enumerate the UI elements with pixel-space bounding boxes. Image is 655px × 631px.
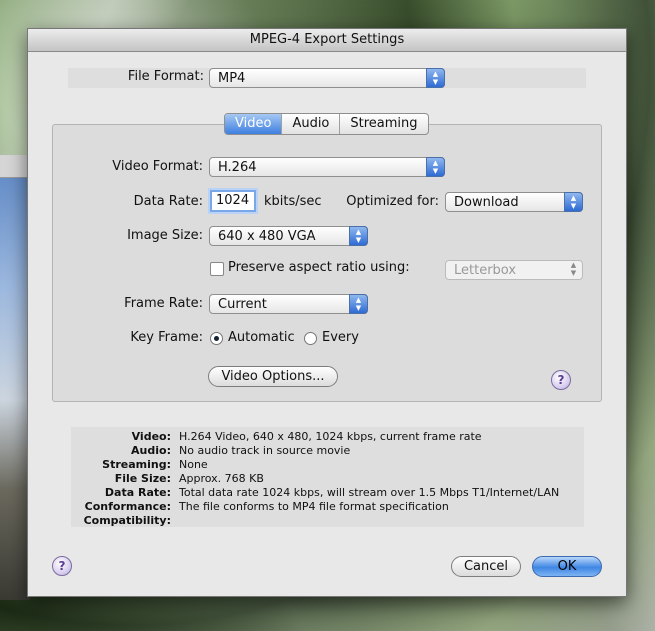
summary-value: Total data rate 1024 kbps, will stream o… bbox=[179, 486, 560, 499]
tab-audio[interactable]: Audio bbox=[282, 114, 341, 134]
file-format-popup[interactable]: MP4 ▲ ▼ bbox=[209, 68, 445, 88]
up-down-arrows-icon: ▲ ▼ bbox=[426, 68, 445, 88]
data-rate-unit: kbits/sec bbox=[264, 194, 322, 209]
preserve-aspect-label: Preserve aspect ratio using: bbox=[228, 260, 410, 275]
video-format-label: Video Format: bbox=[112, 159, 203, 174]
up-down-arrows-icon: ▲ ▼ bbox=[349, 294, 368, 314]
video-settings-panel: Video Format: H.264 ▲ ▼ Data Rate: 1024 k… bbox=[52, 124, 602, 402]
frame-rate-popup[interactable]: Current ▲ ▼ bbox=[209, 294, 368, 314]
up-down-arrows-icon: ▲ ▼ bbox=[426, 157, 445, 177]
summary-key: Video: bbox=[131, 430, 171, 443]
summary-key: Data Rate: bbox=[104, 486, 171, 499]
tab-streaming[interactable]: Streaming bbox=[340, 114, 427, 134]
up-down-arrows-icon: ▲ ▼ bbox=[349, 226, 368, 246]
question-mark-icon[interactable]: ? bbox=[551, 370, 571, 390]
optimized-for-label: Optimized for: bbox=[346, 194, 439, 209]
settings-summary: Video: H.264 Video, 640 x 480, 1024 kbps… bbox=[71, 427, 584, 527]
summary-key: Streaming: bbox=[102, 458, 171, 471]
up-down-arrows-icon: ▲ ▼ bbox=[564, 192, 583, 212]
video-format-popup[interactable]: H.264 ▲ ▼ bbox=[209, 157, 445, 177]
summary-key: Conformance: bbox=[84, 500, 171, 513]
question-mark-icon[interactable]: ? bbox=[52, 556, 72, 576]
video-options-button[interactable]: Video Options... bbox=[208, 366, 338, 387]
key-frame-automatic-radio[interactable] bbox=[210, 332, 223, 345]
image-size-label: Image Size: bbox=[127, 228, 203, 243]
window-title: MPEG-4 Export Settings bbox=[28, 29, 626, 52]
key-frame-every-label: Every bbox=[322, 330, 359, 345]
summary-key: Compatibility: bbox=[83, 514, 171, 527]
letterbox-value: Letterbox bbox=[454, 263, 517, 278]
file-format-value: MP4 bbox=[218, 71, 246, 86]
frame-rate-label: Frame Rate: bbox=[124, 296, 203, 311]
key-frame-label: Key Frame: bbox=[130, 330, 203, 345]
optimized-for-popup[interactable]: Download ▲ ▼ bbox=[445, 192, 583, 212]
key-frame-automatic-label: Automatic bbox=[228, 330, 295, 345]
frame-rate-value: Current bbox=[218, 297, 267, 312]
summary-value: The file conforms to MP4 file format spe… bbox=[179, 500, 449, 513]
summary-value: None bbox=[179, 458, 208, 471]
cancel-button[interactable]: Cancel bbox=[451, 556, 521, 577]
tab-video[interactable]: Video bbox=[225, 114, 283, 134]
key-frame-every-radio[interactable] bbox=[304, 332, 317, 345]
summary-key: Audio: bbox=[131, 444, 171, 457]
letterbox-popup[interactable]: Letterbox ▲ ▼ bbox=[445, 260, 583, 280]
summary-key: File Size: bbox=[114, 472, 171, 485]
export-settings-dialog: MPEG-4 Export Settings File Format: MP4 … bbox=[27, 28, 627, 597]
ok-button[interactable]: OK bbox=[532, 556, 602, 577]
data-rate-input[interactable]: 1024 bbox=[210, 190, 256, 212]
preserve-aspect-checkbox[interactable] bbox=[210, 262, 224, 276]
image-size-popup[interactable]: 640 x 480 VGA ▲ ▼ bbox=[209, 226, 368, 246]
summary-value: No audio track in source movie bbox=[179, 444, 351, 457]
summary-value: H.264 Video, 640 x 480, 1024 kbps, curre… bbox=[179, 430, 482, 443]
background-window-photo bbox=[0, 155, 30, 600]
data-rate-label: Data Rate: bbox=[133, 194, 203, 209]
optimized-for-value: Download bbox=[454, 195, 519, 210]
image-size-value: 640 x 480 VGA bbox=[218, 229, 316, 244]
up-down-arrows-icon: ▲ ▼ bbox=[570, 261, 577, 277]
summary-value: Approx. 768 KB bbox=[179, 472, 264, 485]
video-format-value: H.264 bbox=[218, 160, 257, 175]
file-format-label: File Format: bbox=[127, 69, 204, 84]
tab-bar: Video Audio Streaming bbox=[224, 113, 429, 135]
background-window-titlebar bbox=[0, 155, 30, 178]
